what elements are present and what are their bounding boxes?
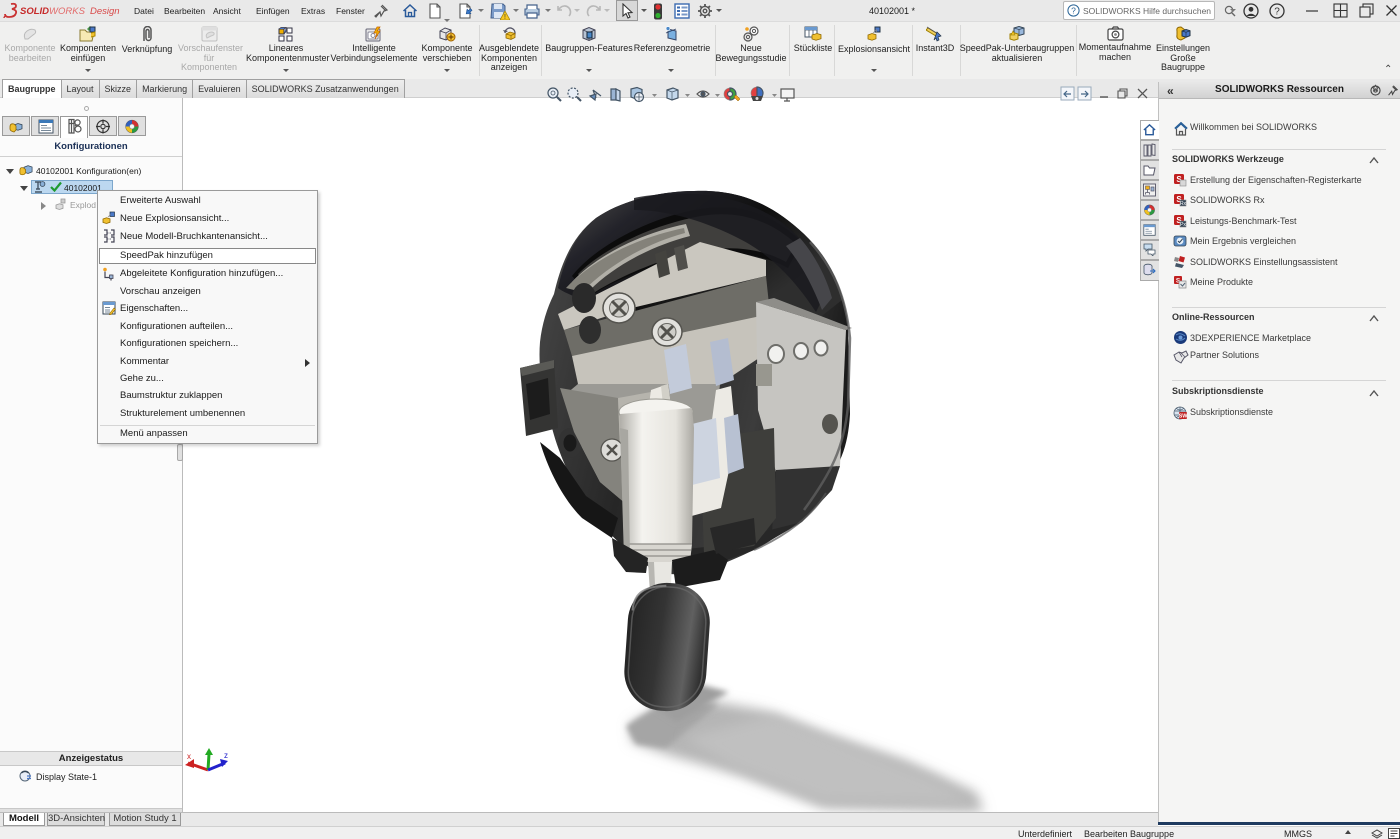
svg-text:!: ! — [504, 14, 506, 20]
svg-text:z: z — [224, 751, 228, 760]
svg-text:?: ? — [1274, 7, 1280, 18]
svg-text:x: x — [187, 752, 191, 761]
svg-text:SW: SW — [1179, 414, 1188, 420]
svg-text:Px: Px — [1180, 222, 1186, 228]
svg-text:?: ? — [1071, 5, 1076, 15]
svg-text:Rx: Rx — [1180, 201, 1187, 207]
